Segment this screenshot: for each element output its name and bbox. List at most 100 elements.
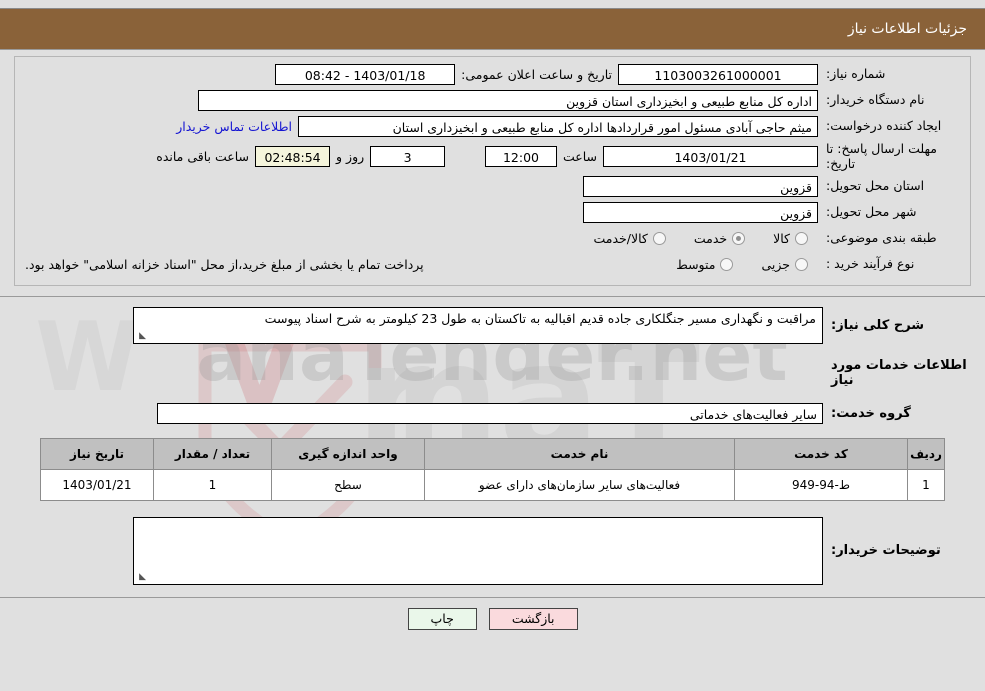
row-classification: طبقه بندی موضوعی: کالا خدمت کالا/خدمت — [19, 227, 966, 249]
th-radif: ردیف — [907, 438, 945, 470]
need-number-field[interactable]: 1103003261000001 — [618, 63, 818, 85]
top-strip — [0, 0, 985, 9]
purchase-process-option-label: متوسط — [676, 256, 716, 272]
deadline-remaining-label: ساعت باقی مانده — [156, 148, 250, 164]
description-label: شرح کلی نیاز: — [831, 318, 925, 333]
classification-option-label: کالا/خدمت — [593, 230, 648, 246]
buyer-org-field[interactable]: اداره کل منابع طبیعی و ابخیزداری استان ق… — [198, 89, 818, 111]
description-value-group: مراقبت و نگهداری مسیر جنگلکاری جاده قدیم… — [14, 307, 823, 344]
classification-value-group: کالا خدمت کالا/خدمت — [19, 231, 818, 246]
row-requester: ایجاد کننده درخواست: میثم حاجی آبادی مسئ… — [19, 115, 966, 137]
page-title: جزئیات اطلاعات نیاز — [847, 21, 967, 37]
cell-need-date: 1403/01/21 — [40, 469, 154, 501]
purchase-process-option-label: جزیی — [761, 256, 790, 272]
deadline-hour-field[interactable]: 12:00 — [484, 145, 557, 167]
row-need-number: شماره نیاز: 1103003261000001 تاریخ و ساع… — [19, 63, 966, 85]
row-deadline: مهلت ارسال پاسخ: تا تاریخ: 1403/01/21 سا… — [19, 141, 966, 171]
classification-radio-group: کالا خدمت کالا/خدمت — [579, 231, 818, 246]
description-text: مراقبت و نگهداری مسیر جنگلکاری جاده قدیم… — [264, 311, 816, 326]
table-row: 1 ط-94-949 فعالیت‌های سایر سازمان‌های دا… — [40, 469, 945, 501]
deadline-remaining-field: 02:48:54 — [255, 145, 331, 167]
buyer-notes-textarea[interactable]: ◣ — [133, 517, 823, 585]
print-button[interactable]: چاپ — [407, 608, 477, 630]
cell-service-code: ط-94-949 — [734, 469, 908, 501]
th-service-code: کد خدمت — [734, 438, 908, 470]
need-info-panel-inner: شماره نیاز: 1103003261000001 تاریخ و ساع… — [14, 56, 971, 286]
purchase-process-option-jozei[interactable]: جزیی — [747, 257, 818, 272]
purchase-process-value-group: جزیی متوسط پرداخت تمام یا بخشی از مبلغ خ… — [19, 257, 818, 272]
radio-icon[interactable] — [720, 257, 734, 271]
deadline-days-suffix-label: روز و — [336, 148, 365, 164]
requester-label: ایجاد کننده درخواست: — [826, 118, 942, 134]
announce-datetime-label: تاریخ و ساعت اعلان عمومی: — [461, 66, 612, 82]
services-heading: اطلاعات خدمات مورد نیاز — [831, 358, 967, 388]
province-label: استان محل تحویل: — [826, 178, 925, 194]
cell-quantity: 1 — [153, 469, 272, 501]
purchase-process-option-motevaset[interactable]: متوسط — [662, 257, 743, 272]
classification-option-kala-khedmat[interactable]: کالا/خدمت — [579, 231, 675, 246]
th-need-date: تاریخ نیاز — [40, 438, 154, 470]
need-info-panel: شماره نیاز: 1103003261000001 تاریخ و ساع… — [0, 49, 985, 297]
announce-datetime-field[interactable]: 1403/01/18 - 08:42 — [275, 63, 456, 85]
province-value-group: قزوین — [19, 175, 818, 197]
row-purchase-process: نوع فرآیند خرید : جزیی متوسط پرداخت تمام… — [19, 253, 966, 275]
requester-value-group: میثم حاجی آبادی مسئول امور قراردادها ادا… — [19, 115, 818, 137]
deadline-date-field[interactable]: 1403/01/21 — [603, 145, 818, 167]
th-service-name: نام خدمت — [424, 438, 735, 470]
requester-field[interactable]: میثم حاجی آبادی مسئول امور قراردادها ادا… — [298, 115, 818, 137]
classification-label: طبقه بندی موضوعی: — [826, 230, 937, 246]
resize-handle-icon[interactable]: ◣ — [136, 573, 146, 583]
row-services-heading: اطلاعات خدمات مورد نیاز — [14, 348, 971, 396]
row-province: استان محل تحویل: قزوین — [19, 175, 966, 197]
cell-service-name: فعالیت‌های سایر سازمان‌های دارای عضو — [424, 469, 735, 501]
deadline-days-field[interactable]: 3 — [370, 145, 446, 167]
row-city: شهر محل تحویل: قزوین — [19, 201, 966, 223]
items-table-header-row: ردیف کد خدمت نام خدمت واحد اندازه گیری ت… — [40, 438, 945, 470]
treasury-payment-note: پرداخت تمام یا بخشی از مبلغ خرید،از محل … — [25, 256, 424, 272]
need-number-value-group: 1103003261000001 تاریخ و ساعت اعلان عموم… — [19, 63, 818, 85]
buyer-org-value-group: اداره کل منابع طبیعی و ابخیزداری استان ق… — [19, 89, 818, 111]
radio-icon[interactable] — [652, 231, 666, 245]
radio-icon[interactable] — [795, 257, 808, 271]
buyer-contact-link[interactable]: اطلاعات تماس خریدار — [170, 119, 298, 134]
items-table-body: 1 ط-94-949 فعالیت‌های سایر سازمان‌های دا… — [40, 469, 945, 501]
classification-option-label: خدمت — [693, 230, 728, 246]
service-group-value-group: سایر فعالیت‌های خدماتی — [14, 402, 823, 424]
cell-unit: سطح — [271, 469, 425, 501]
back-button[interactable]: بازگشت — [488, 608, 578, 630]
classification-option-khedmat[interactable]: خدمت — [680, 231, 755, 246]
items-table-wrapper: ردیف کد خدمت نام خدمت واحد اندازه گیری ت… — [0, 432, 985, 501]
cell-radif: 1 — [907, 469, 945, 501]
row-buyer-org: نام دستگاه خریدار: اداره کل منابع طبیعی … — [19, 89, 966, 111]
radio-icon[interactable] — [795, 231, 808, 245]
deadline-value-group: 1403/01/21 ساعت 12:00 3 روز و 02:48:54 س… — [19, 145, 818, 167]
footer-actions: بازگشت چاپ — [0, 597, 985, 630]
items-table: ردیف کد خدمت نام خدمت واحد اندازه گیری ت… — [40, 438, 945, 501]
city-value-group: قزوین — [19, 201, 818, 223]
buyer-org-label: نام دستگاه خریدار: — [826, 92, 925, 108]
resize-handle-icon[interactable]: ◣ — [136, 332, 146, 342]
province-field[interactable]: قزوین — [583, 175, 818, 197]
deadline-spacer — [445, 149, 485, 164]
service-group-field[interactable]: سایر فعالیت‌های خدماتی — [157, 402, 823, 424]
th-quantity: تعداد / مقدار — [153, 438, 272, 470]
classification-option-kala[interactable]: کالا — [759, 231, 818, 246]
row-service-group: گروه خدمت: سایر فعالیت‌های خدماتی — [14, 402, 971, 424]
service-group-label: گروه خدمت: — [831, 405, 911, 421]
radio-icon[interactable] — [732, 231, 746, 245]
city-field[interactable]: قزوین — [583, 201, 818, 223]
purchase-process-label: نوع فرآیند خرید : — [826, 256, 915, 272]
description-textarea[interactable]: مراقبت و نگهداری مسیر جنگلکاری جاده قدیم… — [133, 307, 823, 344]
buyer-notes-label: توضیحات خریدار: — [831, 543, 941, 558]
services-section: شرح کلی نیاز: مراقبت و نگهداری مسیر جنگل… — [0, 297, 985, 432]
classification-option-label: کالا — [773, 230, 790, 246]
row-description: شرح کلی نیاز: مراقبت و نگهداری مسیر جنگل… — [14, 307, 971, 344]
need-number-label: شماره نیاز: — [826, 66, 886, 82]
page-header: جزئیات اطلاعات نیاز — [0, 9, 985, 49]
page-root: جزئیات اطلاعات نیاز شماره نیاز: 11030032… — [0, 0, 985, 691]
th-unit: واحد اندازه گیری — [271, 438, 425, 470]
deadline-label: مهلت ارسال پاسخ: تا تاریخ: — [826, 141, 937, 171]
city-label: شهر محل تحویل: — [826, 204, 917, 220]
purchase-process-radio-group: جزیی متوسط — [662, 257, 818, 272]
deadline-hour-label: ساعت — [562, 148, 597, 164]
